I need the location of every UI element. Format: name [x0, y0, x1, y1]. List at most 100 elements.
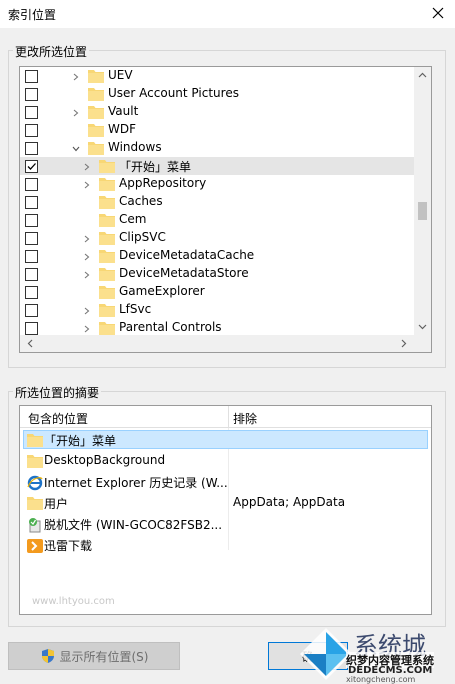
tree-row-label: AppRepository	[119, 176, 207, 190]
tree-row[interactable]: ClipSVC	[20, 229, 414, 247]
tree-row-label: LfSvc	[119, 302, 152, 316]
scrollbar-thumb[interactable]	[418, 202, 427, 220]
list-item[interactable]: Internet Explorer 历史记录 (W...	[20, 472, 431, 492]
tree-row[interactable]: Vault	[20, 103, 414, 121]
tree-row[interactable]: Cem	[20, 211, 414, 229]
tree-row-label: GameExplorer	[119, 284, 205, 298]
list-item[interactable]: DesktopBackground	[20, 451, 431, 471]
tree-row-label: ClipSVC	[119, 230, 166, 244]
chevron-right-icon[interactable]	[71, 71, 81, 81]
tree-checkbox[interactable]	[25, 178, 38, 191]
tree-row[interactable]: User Account Pictures	[20, 85, 414, 103]
excluded-column-header[interactable]: 排除	[233, 410, 257, 427]
summary-list-header: 包含的位置 排除	[20, 406, 431, 428]
list-item[interactable]: 用户 AppData; AppData	[20, 493, 431, 513]
site-watermark: 系统城 织梦内容管理系统 DEDECMS.COM xitongcheng.com	[296, 624, 455, 684]
chevron-right-icon[interactable]	[82, 269, 92, 279]
title-bar: 索引位置	[0, 0, 455, 28]
tree-checkbox[interactable]	[25, 70, 38, 83]
tree-row[interactable]: WDF	[20, 121, 414, 139]
folder-icon	[99, 249, 115, 263]
close-icon[interactable]	[427, 2, 449, 24]
checkmark-icon	[27, 163, 36, 170]
folder-icon	[99, 213, 115, 227]
tree-row-label: DeviceMetadataCache	[119, 248, 255, 262]
list-item[interactable]: 脱机文件 (WIN-GCOC82FSB2...	[20, 514, 431, 534]
tree-vertical-scrollbar[interactable]	[414, 67, 431, 335]
tree-checkbox[interactable]	[25, 286, 38, 299]
summary-list[interactable]: 包含的位置 排除 「开始」菜单 DesktopBackground Internet…	[19, 405, 432, 615]
tree-row[interactable]: AppRepository	[20, 175, 414, 193]
folder-icon	[88, 105, 104, 119]
chevron-right-icon[interactable]	[82, 251, 92, 261]
folder-icon	[27, 454, 43, 468]
folder-icon	[88, 141, 104, 155]
tree-row-label: Windows	[108, 140, 162, 154]
tree-checkbox[interactable]	[25, 322, 38, 335]
internet-explorer-icon	[27, 475, 43, 491]
excluded-location-label: AppData; AppData	[233, 495, 346, 509]
show-all-locations-button[interactable]: 显示所有位置(S)	[8, 642, 180, 670]
window-title: 索引位置	[8, 8, 57, 22]
list-item[interactable]: 「开始」菜单	[20, 430, 431, 450]
included-column-header[interactable]: 包含的位置	[28, 410, 88, 427]
included-location-label: 脱机文件 (WIN-GCOC82FSB2...	[44, 518, 223, 532]
tree-row-label: Vault	[108, 104, 139, 118]
included-location-label: 迅雷下载	[44, 539, 93, 553]
tree-checkbox[interactable]	[25, 160, 38, 173]
tree-row-label: DeviceMetadataStore	[119, 266, 249, 280]
chevron-right-icon[interactable]	[82, 179, 92, 189]
tree-row[interactable]: Windows	[20, 139, 414, 157]
tree-row-label: 「开始」菜单	[119, 160, 192, 174]
tree-checkbox[interactable]	[25, 196, 38, 209]
tree-row[interactable]: Caches	[20, 193, 414, 211]
tree-checkbox[interactable]	[25, 304, 38, 317]
tree-checkbox[interactable]	[25, 250, 38, 263]
tree-row[interactable]: DeviceMetadataStore	[20, 265, 414, 283]
list-item[interactable]: 迅雷下载	[20, 535, 431, 555]
faint-watermark: www.lhtyou.com	[32, 596, 115, 607]
scroll-down-icon[interactable]	[418, 322, 427, 331]
folder-icon	[99, 159, 115, 173]
chevron-right-icon[interactable]	[82, 323, 92, 333]
tree-checkbox[interactable]	[25, 106, 38, 119]
tree-checkbox[interactable]	[25, 214, 38, 227]
tree-row[interactable]: LfSvc	[20, 301, 414, 319]
included-location-label: 用户	[44, 497, 69, 511]
tree-row[interactable]: UEV	[20, 67, 414, 85]
tree-row[interactable]: DeviceMetadataCache	[20, 247, 414, 265]
scroll-left-icon[interactable]	[26, 339, 35, 348]
scroll-up-icon[interactable]	[418, 71, 427, 80]
tree-row-label: User Account Pictures	[108, 86, 239, 100]
chevron-right-icon[interactable]	[82, 161, 92, 171]
xunlei-download-icon	[27, 538, 43, 553]
folder-tree[interactable]: UEV User Account Pictures Vault WDF Windows 「…	[19, 66, 432, 353]
tree-checkbox[interactable]	[25, 232, 38, 245]
show-all-locations-label: 显示所有位置(S)	[59, 649, 149, 664]
folder-icon	[99, 303, 115, 317]
watermark-line3: xitongcheng.com	[346, 675, 416, 684]
change-locations-label: 更改所选位置	[13, 43, 90, 60]
folder-icon	[27, 496, 43, 510]
tree-row[interactable]: 「开始」菜单	[20, 157, 414, 175]
tree-row-label: UEV	[108, 68, 133, 82]
tree-row[interactable]: GameExplorer	[20, 283, 414, 301]
folder-icon	[27, 433, 43, 447]
folder-icon	[99, 231, 115, 245]
chevron-right-icon[interactable]	[82, 305, 92, 315]
tree-row-label: Parental Controls	[119, 320, 222, 334]
tree-row-label: Cem	[119, 212, 147, 226]
tree-checkbox[interactable]	[25, 88, 38, 101]
chevron-down-icon[interactable]	[71, 143, 81, 153]
scroll-right-icon[interactable]	[399, 339, 408, 348]
chevron-right-icon[interactable]	[82, 233, 92, 243]
scrollbar-corner	[414, 335, 431, 352]
tree-checkbox[interactable]	[25, 124, 38, 137]
included-location-label: Internet Explorer 历史记录 (W...	[44, 476, 228, 490]
chevron-right-icon[interactable]	[71, 107, 81, 117]
folder-icon	[88, 87, 104, 101]
tree-checkbox[interactable]	[25, 268, 38, 281]
tree-checkbox[interactable]	[25, 142, 38, 155]
tree-horizontal-scrollbar[interactable]	[20, 335, 414, 352]
folder-icon	[99, 177, 115, 191]
